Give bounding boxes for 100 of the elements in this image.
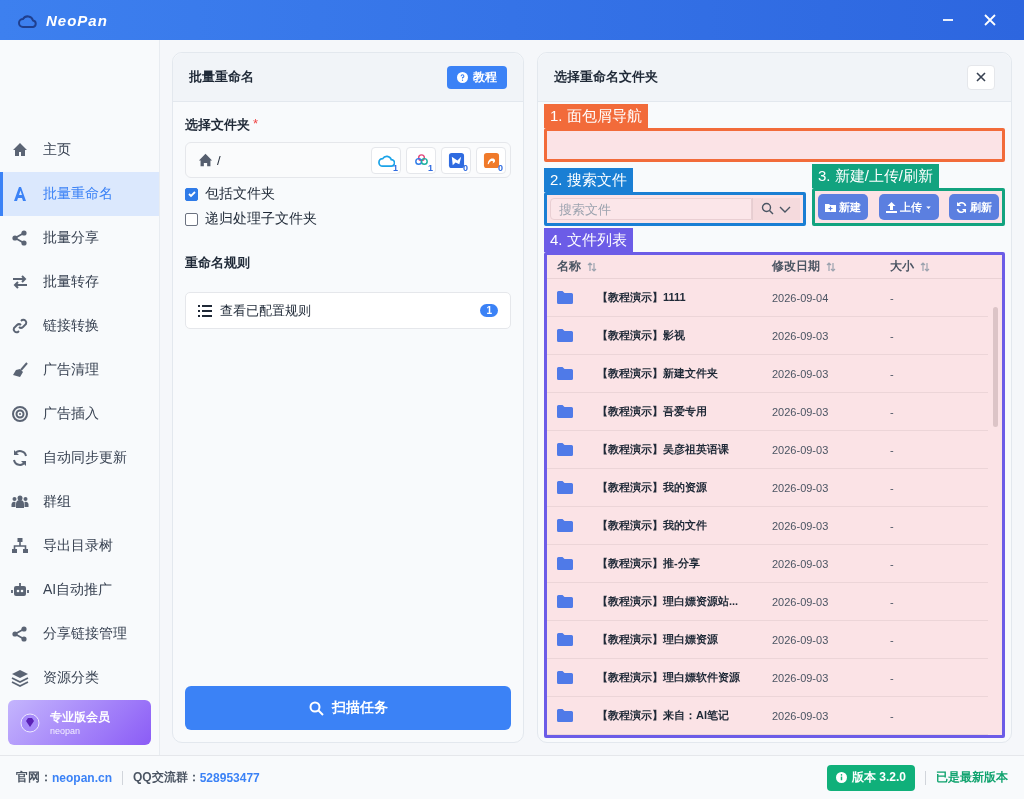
scan-button[interactable]: 扫描任务 bbox=[185, 686, 511, 730]
sidebar-item[interactable]: 批量分享 bbox=[0, 216, 159, 260]
toolbar-button[interactable]: 上传 bbox=[878, 194, 939, 220]
sidebar-item[interactable]: 主页 bbox=[0, 128, 159, 172]
gem-icon bbox=[20, 712, 40, 733]
file-size: - bbox=[890, 633, 895, 646]
file-size: - bbox=[890, 481, 895, 494]
toolbar-button[interactable]: 新建 bbox=[818, 194, 868, 220]
layers-icon bbox=[11, 669, 29, 687]
link-icon bbox=[11, 317, 29, 335]
modified-date: 2026-09-03 bbox=[772, 519, 830, 532]
modified-date: 2026-09-03 bbox=[772, 709, 830, 722]
folder-icon bbox=[557, 443, 573, 456]
file-row[interactable]: 【教程演示】我的文件 2026-09-03 - bbox=[547, 507, 988, 545]
modified-date: 2026-09-03 bbox=[772, 481, 830, 494]
target-icon bbox=[11, 405, 29, 423]
sidebar-item[interactable]: AI自动推广 bbox=[0, 568, 159, 612]
drive-button[interactable]: 1 bbox=[406, 146, 436, 174]
annotation-label: 3. 新建/上传/刷新 bbox=[812, 164, 939, 188]
close-button[interactable] bbox=[967, 64, 995, 90]
sidebar-item[interactable]: 广告插入 bbox=[0, 392, 159, 436]
file-size: - bbox=[890, 557, 895, 570]
sidebar-item[interactable]: 自动同步更新 bbox=[0, 436, 159, 480]
share-icon bbox=[11, 229, 29, 247]
file-row[interactable]: 【教程演示】吴彦祖英语课 2026-09-03 - bbox=[547, 431, 988, 469]
file-row[interactable]: 【教程演示】理白嫖软件资源 2026-09-03 - bbox=[547, 659, 988, 697]
help-icon bbox=[457, 71, 468, 83]
file-name: 【教程演示】吾爱专用 bbox=[597, 404, 708, 419]
file-row[interactable]: 【教程演示】影视 2026-09-03 - bbox=[547, 317, 988, 355]
share-icon bbox=[11, 625, 29, 643]
checkbox[interactable] bbox=[185, 187, 198, 201]
tutorial-button[interactable]: 教程 bbox=[447, 65, 507, 89]
modified-date: 2026-09-03 bbox=[772, 633, 830, 646]
folder-icon bbox=[557, 595, 573, 608]
folder-icon bbox=[557, 367, 573, 380]
list-icon bbox=[198, 304, 212, 317]
annotation-label: 1. 面包屑导航 bbox=[544, 104, 648, 128]
file-name: 【教程演示】我的文件 bbox=[597, 518, 708, 533]
sidebar-item[interactable]: 链接转换 bbox=[0, 304, 159, 348]
group-number-link[interactable]: 528953477 bbox=[199, 770, 260, 785]
drive-button[interactable]: 0 bbox=[476, 146, 506, 174]
letter-a-icon bbox=[11, 185, 29, 203]
search-dropdown-icon[interactable] bbox=[752, 198, 800, 220]
file-row[interactable]: 【教程演示】来自：AI笔记 2026-09-03 - bbox=[547, 697, 988, 735]
drive-count: 0 bbox=[463, 162, 468, 173]
folder-icon bbox=[557, 329, 573, 342]
search-field[interactable]: 搜索文件 bbox=[550, 198, 752, 220]
modified-date: 2026-09-03 bbox=[772, 557, 830, 570]
sidebar-item[interactable]: 导出目录树 bbox=[0, 524, 159, 568]
broom-icon bbox=[11, 361, 29, 379]
toolbar-button[interactable]: 刷新 bbox=[949, 194, 999, 220]
file-size: - bbox=[890, 595, 895, 608]
member-title: 专业版会员 bbox=[50, 709, 110, 727]
folder-icon bbox=[557, 481, 573, 494]
annotation-label: 4. 文件列表 bbox=[544, 228, 633, 252]
sidebar-item[interactable]: 群组 bbox=[0, 480, 159, 524]
sidebar-item[interactable]: 资源分类 bbox=[0, 656, 159, 700]
file-name: 【教程演示】来自：AI笔记 bbox=[597, 708, 730, 723]
drive-button[interactable]: 1 bbox=[371, 146, 401, 174]
column-header[interactable]: 名称 bbox=[557, 258, 581, 275]
sidebar-item[interactable]: 批量转存 bbox=[0, 260, 159, 304]
file-size: - bbox=[890, 443, 895, 456]
view-rules-button[interactable]: 查看已配置规则 1 bbox=[185, 292, 511, 329]
site-label: 官网： bbox=[16, 769, 52, 786]
drive-button[interactable]: 0 bbox=[441, 146, 471, 174]
file-row[interactable]: 【教程演示】吾爱专用 2026-09-03 - bbox=[547, 393, 988, 431]
column-header[interactable]: 修改日期 bbox=[772, 258, 820, 275]
annotation-label: 2. 搜索文件 bbox=[544, 168, 633, 192]
required-mark: * bbox=[253, 116, 259, 133]
scrollbar[interactable] bbox=[993, 307, 998, 427]
file-name: 【教程演示】理白嫖资源 bbox=[597, 632, 719, 647]
modified-date: 2026-09-03 bbox=[772, 405, 830, 418]
panel-title: 选择重命名文件夹 bbox=[554, 68, 658, 86]
file-name: 【教程演示】推-分享 bbox=[597, 556, 701, 571]
file-row[interactable]: 【教程演示】理白嫖资源站... 2026-09-03 - bbox=[547, 583, 988, 621]
close-icon bbox=[976, 72, 986, 82]
file-row[interactable]: 【教程演示】我的资源 2026-09-03 - bbox=[547, 469, 988, 507]
file-size: - bbox=[890, 329, 895, 342]
file-name: 【教程演示】1111 bbox=[597, 290, 687, 305]
checkbox[interactable] bbox=[185, 212, 198, 226]
file-row[interactable]: 【教程演示】理白嫖资源 2026-09-03 - bbox=[547, 621, 988, 659]
modified-date: 2026-09-03 bbox=[772, 671, 830, 684]
website-link[interactable]: neopan.cn bbox=[52, 770, 112, 785]
file-row[interactable]: 【教程演示】推-分享 2026-09-03 - bbox=[547, 545, 988, 583]
modified-date: 2026-09-03 bbox=[772, 329, 830, 342]
close-icon[interactable] bbox=[984, 14, 996, 26]
folder-icon bbox=[557, 671, 573, 684]
rule-count: 1 bbox=[480, 304, 498, 317]
file-size: - bbox=[890, 367, 895, 380]
column-header[interactable]: 大小 bbox=[890, 258, 914, 275]
file-name: 【教程演示】我的资源 bbox=[597, 480, 708, 495]
folder-path-field[interactable]: / 1 1 0 0 bbox=[185, 142, 511, 178]
sidebar-item[interactable]: 广告清理 bbox=[0, 348, 159, 392]
folder-icon bbox=[557, 519, 573, 532]
info-icon bbox=[835, 772, 847, 783]
update-status: 已是最新版本 bbox=[936, 769, 1008, 786]
file-row[interactable]: 【教程演示】新建文件夹 2026-09-03 - bbox=[547, 355, 988, 393]
file-row[interactable]: 【教程演示】1111 2026-09-04 - bbox=[547, 279, 988, 317]
modified-date: 2026-09-03 bbox=[772, 367, 830, 380]
sidebar-item[interactable]: 分享链接管理 bbox=[0, 612, 159, 656]
